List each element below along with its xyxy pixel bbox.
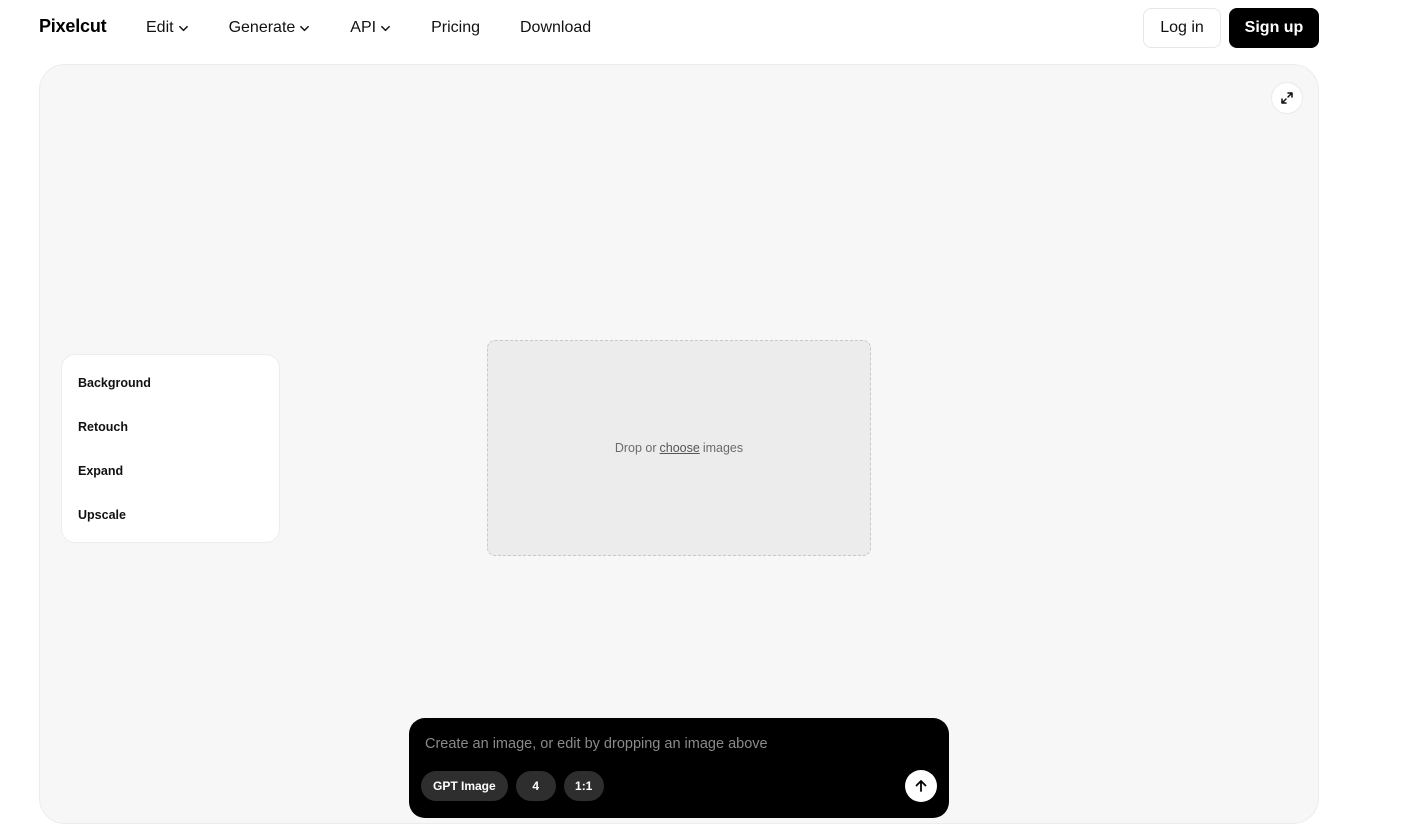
tool-item-expand[interactable]: Expand bbox=[62, 457, 279, 501]
nav-item-label: Edit bbox=[146, 19, 174, 36]
expand-arrows-icon bbox=[1281, 92, 1293, 104]
nav-item-generate[interactable]: Generate bbox=[229, 17, 311, 39]
image-dropzone[interactable]: Drop or choose images bbox=[487, 340, 871, 556]
nav-item-label: Download bbox=[520, 19, 592, 36]
tool-item-label: Background bbox=[78, 376, 151, 390]
image-count-chip[interactable]: 4 bbox=[515, 771, 556, 801]
login-button[interactable]: Log in bbox=[1143, 8, 1221, 48]
tool-item-label: Upscale bbox=[78, 508, 126, 522]
dropzone-prefix: Drop or bbox=[614, 441, 657, 455]
aspect-ratio-chip[interactable]: 1:1 bbox=[563, 771, 604, 801]
fullscreen-button[interactable] bbox=[1271, 82, 1303, 114]
tool-menu: Background Retouch Expand Upscale bbox=[61, 354, 280, 543]
nav-item-pricing[interactable]: Pricing bbox=[431, 17, 480, 39]
chevron-down-icon bbox=[300, 25, 310, 31]
brand-logo[interactable]: Pixelcut bbox=[39, 16, 107, 37]
editor-canvas: Background Retouch Expand Upscale Drop o… bbox=[39, 64, 1319, 824]
dropzone-suffix: images bbox=[702, 441, 744, 455]
choose-images-link[interactable]: choose bbox=[660, 441, 700, 455]
chevron-down-icon bbox=[178, 25, 188, 31]
nav-item-label: API bbox=[350, 19, 377, 36]
nav-item-api[interactable]: API bbox=[350, 17, 391, 39]
prompt-input[interactable] bbox=[425, 734, 925, 754]
tool-item-label: Retouch bbox=[78, 420, 128, 434]
nav-item-edit[interactable]: Edit bbox=[146, 17, 189, 39]
chevron-down-icon bbox=[381, 25, 390, 31]
arrow-up-icon bbox=[915, 780, 927, 792]
prompt-options: GPT Image 4 1:1 bbox=[421, 771, 604, 801]
nav-item-label: Generate bbox=[228, 19, 296, 36]
tool-item-label: Expand bbox=[78, 464, 124, 478]
nav-item-label: Pricing bbox=[431, 19, 480, 36]
signup-button[interactable]: Sign up bbox=[1229, 8, 1319, 48]
tool-item-background[interactable]: Background bbox=[62, 369, 279, 413]
model-selector-chip[interactable]: GPT Image bbox=[421, 771, 508, 801]
top-nav: Pixelcut Edit Generate API Pricing Downl… bbox=[0, 0, 1405, 56]
send-button[interactable] bbox=[905, 770, 937, 802]
prompt-bar: GPT Image 4 1:1 bbox=[409, 718, 949, 818]
nav-item-download[interactable]: Download bbox=[520, 17, 591, 39]
tool-item-retouch[interactable]: Retouch bbox=[62, 413, 279, 457]
tool-item-upscale[interactable]: Upscale bbox=[62, 501, 279, 545]
nav-links: Edit Generate API Pricing Download bbox=[146, 17, 631, 39]
